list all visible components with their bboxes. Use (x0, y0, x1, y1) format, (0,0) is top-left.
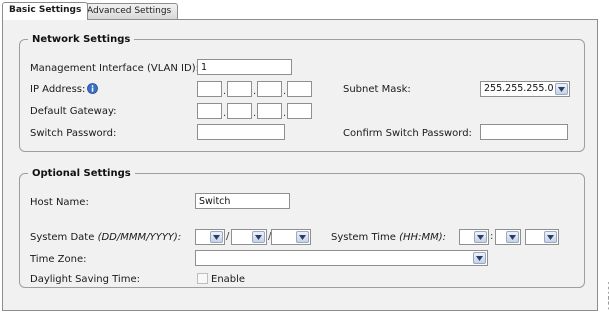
time-separator: : (490, 231, 494, 242)
settings-panel: Network Settings Management Interface (V… (2, 19, 598, 311)
tab-advanced-settings[interactable]: Advanced Settings (80, 3, 179, 19)
optional-settings-group: Optional Settings (19, 168, 585, 288)
system-date-format: (DD/MMM/YYYY): (97, 232, 182, 243)
chevron-down-icon (296, 231, 309, 243)
time-zone-label: Time Zone: (30, 254, 87, 265)
subnet-mask-value: 255.255.255.0 (484, 83, 554, 94)
chevron-down-icon (474, 231, 487, 243)
chevron-down-icon (210, 231, 223, 243)
date-separator: / (226, 231, 230, 242)
confirm-password-input[interactable] (480, 124, 568, 140)
date-month-select[interactable] (231, 229, 267, 245)
optional-settings-legend: Optional Settings (32, 168, 131, 179)
gateway-separator: . (223, 108, 227, 119)
system-time-label-text: System Time (331, 232, 396, 243)
tab-bar: Basic Settings Advanced Settings (0, 0, 609, 20)
gateway-separator: . (253, 108, 257, 119)
ip-address-label: IP Address: (30, 84, 86, 95)
daylight-saving-checkbox[interactable] (197, 273, 208, 284)
gateway-octet-1[interactable] (197, 103, 222, 119)
time-zone-select[interactable] (195, 250, 488, 266)
system-time-label: System Time (HH:MM): (331, 232, 446, 243)
date-day-select[interactable] (195, 229, 225, 245)
subnet-mask-label: Subnet Mask: (343, 84, 411, 95)
time-minute-select[interactable] (495, 229, 521, 245)
chevron-down-icon (506, 231, 519, 243)
ip-octet-3[interactable] (257, 81, 282, 97)
ip-octet-2[interactable] (227, 81, 252, 97)
network-settings-legend: Network Settings (32, 34, 131, 45)
time-hour-select[interactable] (459, 229, 489, 245)
chevron-down-icon (252, 231, 265, 243)
ip-octet-1[interactable] (197, 81, 222, 97)
gateway-separator: . (283, 108, 287, 119)
management-interface-input[interactable] (197, 59, 292, 75)
switch-password-input[interactable] (197, 124, 285, 140)
info-icon[interactable] (87, 83, 98, 94)
daylight-saving-label: Daylight Saving Time: (30, 274, 140, 285)
gateway-octet-2[interactable] (227, 103, 252, 119)
system-date-label-text: System Date (30, 232, 95, 243)
date-year-select[interactable] (271, 229, 311, 245)
time-ampm-select[interactable] (525, 229, 559, 245)
confirm-password-label: Confirm Switch Password: (343, 128, 472, 139)
chevron-down-icon (544, 231, 557, 243)
subnet-mask-select[interactable]: 255.255.255.0 (480, 81, 570, 97)
default-gateway-label: Default Gateway: (30, 106, 117, 117)
host-name-label: Host Name: (30, 197, 89, 208)
ip-separator: . (253, 86, 257, 97)
ip-separator: . (283, 86, 287, 97)
gateway-octet-4[interactable] (287, 103, 312, 119)
system-time-format: (HH:MM): (399, 232, 446, 243)
chevron-down-icon (555, 83, 568, 95)
chevron-down-icon (473, 252, 486, 264)
switch-password-label: Switch Password: (30, 128, 117, 139)
system-date-label: System Date (DD/MMM/YYYY): (30, 232, 181, 243)
host-name-input[interactable] (195, 193, 290, 209)
tab-basic-settings[interactable]: Basic Settings (2, 2, 89, 20)
daylight-saving-enable-label[interactable]: Enable (211, 274, 245, 285)
ip-octet-4[interactable] (287, 81, 312, 97)
management-interface-label: Management Interface (VLAN ID): (30, 63, 199, 74)
ip-separator: . (223, 86, 227, 97)
gateway-octet-3[interactable] (257, 103, 282, 119)
